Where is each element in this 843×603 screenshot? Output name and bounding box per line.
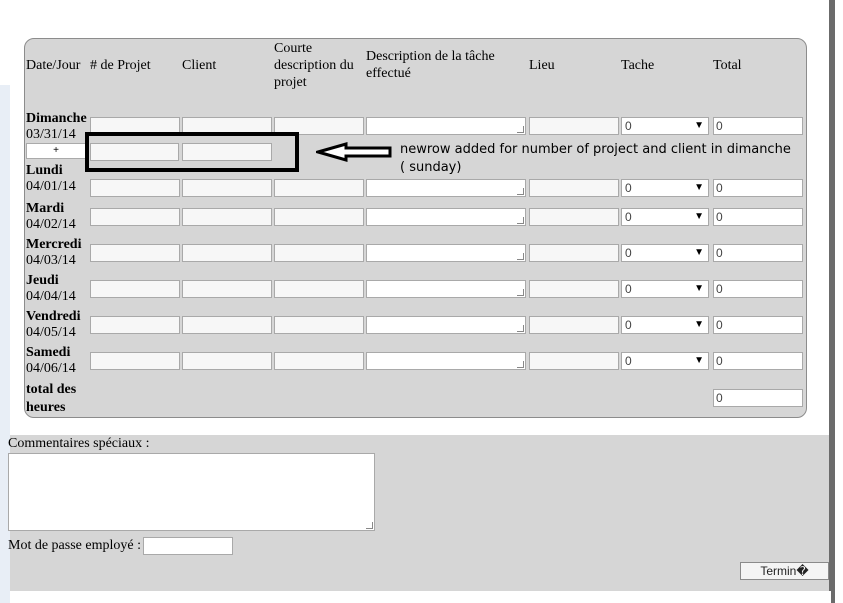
task-description-textarea[interactable] (366, 316, 526, 334)
total-input[interactable]: 0 (713, 208, 803, 226)
chevron-down-icon: ▼ (694, 182, 704, 193)
task-description-textarea[interactable] (366, 244, 526, 262)
window-border (829, 0, 835, 603)
place-input[interactable] (529, 208, 619, 226)
client-input[interactable] (182, 244, 272, 262)
annotation-box (85, 132, 299, 172)
chevron-down-icon: ▼ (694, 283, 704, 294)
password-input[interactable] (143, 537, 233, 555)
day-name: Samedi (26, 345, 71, 360)
short-description-input[interactable] (274, 352, 364, 370)
task-select[interactable]: 0 ▼ (621, 280, 709, 298)
task-select[interactable]: 0 ▼ (621, 316, 709, 334)
client-input[interactable] (182, 316, 272, 334)
client-input[interactable] (182, 208, 272, 226)
day-date: 03/31/14 (26, 127, 76, 142)
day-date: 04/06/14 (26, 361, 76, 376)
place-input[interactable] (529, 244, 619, 262)
task-select[interactable]: 0 ▼ (621, 244, 709, 262)
project-number-input[interactable] (90, 316, 180, 334)
client-input[interactable] (182, 280, 272, 298)
project-number-input[interactable] (90, 179, 180, 197)
project-number-input[interactable] (90, 352, 180, 370)
task-select[interactable]: 0 ▼ (621, 117, 709, 135)
comments-textarea[interactable] (8, 453, 375, 531)
total-input[interactable]: 0 (713, 316, 803, 334)
header-client: Client (182, 58, 217, 73)
client-input[interactable] (182, 352, 272, 370)
place-input[interactable] (529, 280, 619, 298)
header-total: Total (713, 58, 742, 73)
bottom-edge (10, 591, 831, 603)
chevron-down-icon: ▼ (694, 247, 704, 258)
task-description-textarea[interactable] (366, 280, 526, 298)
header-task-description: Description de la tâche effectué (366, 49, 495, 81)
task-select[interactable]: 0 ▼ (621, 208, 709, 226)
short-description-input[interactable] (274, 208, 364, 226)
task-select-value: 0 (625, 210, 632, 224)
day-name: Vendredi (26, 309, 81, 324)
day-date: 04/03/14 (26, 253, 76, 268)
day-date: 04/01/14 (26, 179, 76, 194)
project-number-input[interactable] (90, 280, 180, 298)
day-date: 04/05/14 (26, 325, 76, 340)
task-select-value: 0 (625, 119, 632, 133)
header-date: Date/Jour (26, 58, 81, 73)
day-date: 04/04/14 (26, 289, 76, 304)
chevron-down-icon: ▼ (694, 120, 704, 131)
task-description-textarea[interactable] (366, 179, 526, 197)
task-select-value: 0 (625, 282, 632, 296)
header-short-description: Courte description du projet (274, 41, 354, 90)
chevron-down-icon: ▼ (694, 211, 704, 222)
total-input[interactable]: 0 (713, 117, 803, 135)
place-input[interactable] (529, 117, 619, 135)
header-task: Tache (621, 58, 655, 73)
project-number-input[interactable] (90, 208, 180, 226)
day-name: Mercredi (26, 237, 82, 252)
day-name: Jeudi (26, 273, 59, 288)
task-select-value: 0 (625, 354, 632, 368)
total-input[interactable]: 0 (713, 352, 803, 370)
day-date: 04/02/14 (26, 217, 76, 232)
chevron-down-icon: ▼ (694, 319, 704, 330)
total-hours-label: total des heures (26, 382, 77, 415)
task-description-textarea[interactable] (366, 208, 526, 226)
short-description-input[interactable] (274, 179, 364, 197)
password-label: Mot de passe employé : (8, 538, 141, 553)
total-input[interactable]: 0 (713, 244, 803, 262)
task-select[interactable]: 0 ▼ (621, 352, 709, 370)
place-input[interactable] (529, 316, 619, 334)
header-place: Lieu (529, 58, 555, 73)
short-description-input[interactable] (274, 280, 364, 298)
place-input[interactable] (529, 179, 619, 197)
task-select-value: 0 (625, 318, 632, 332)
project-number-input[interactable] (90, 244, 180, 262)
day-name: Mardi (26, 201, 65, 216)
task-select-value: 0 (625, 181, 632, 195)
short-description-input[interactable] (274, 316, 364, 334)
total-input[interactable]: 0 (713, 179, 803, 197)
total-hours-input[interactable]: 0 (713, 389, 803, 407)
add-row-button[interactable]: + (26, 143, 86, 159)
client-input[interactable] (182, 179, 272, 197)
chevron-down-icon: ▼ (694, 355, 704, 366)
task-description-textarea[interactable] (366, 352, 526, 370)
arrow-left-icon (316, 142, 392, 162)
finish-button[interactable]: Termin� (740, 562, 829, 580)
day-name: Dimanche (26, 111, 87, 126)
day-name: Lundi (26, 163, 63, 178)
task-description-textarea[interactable] (366, 117, 526, 135)
place-input[interactable] (529, 352, 619, 370)
short-description-input[interactable] (274, 244, 364, 262)
header-project-number: # de Projet (90, 58, 151, 73)
comments-label: Commentaires spéciaux : (8, 436, 150, 451)
total-input[interactable]: 0 (713, 280, 803, 298)
annotation-text: newrow added for number of project and c… (400, 142, 791, 175)
task-select-value: 0 (625, 246, 632, 260)
task-select[interactable]: 0 ▼ (621, 179, 709, 197)
